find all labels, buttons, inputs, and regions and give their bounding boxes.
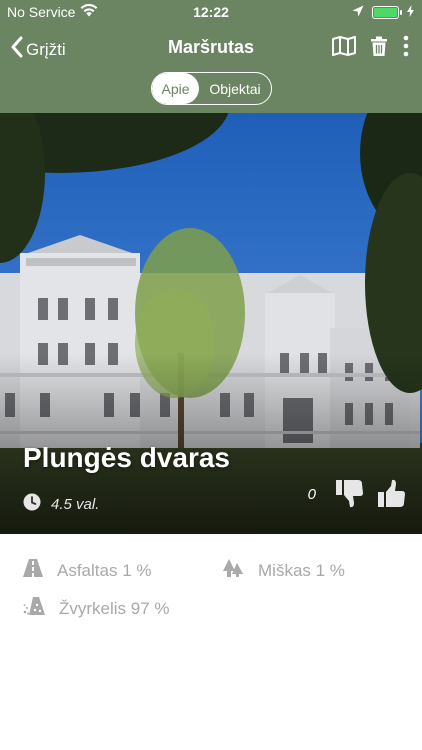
- surface-label: Miškas 1 %: [258, 560, 345, 580]
- hero-image: Plungės dvaras 4.5 val. 0: [0, 113, 422, 534]
- place-title: Plungės dvaras: [23, 442, 230, 473]
- tab-apie[interactable]: Apie: [152, 73, 199, 104]
- charging-bolt-icon: [407, 4, 414, 20]
- surface-breakdown: Asfaltas 1 % Miškas 1 % Žvyrkelis 97 %: [0, 534, 422, 750]
- map-icon[interactable]: [332, 36, 356, 56]
- thumbs-up-icon[interactable]: [378, 479, 406, 509]
- navbar: Grįžti Maršrutas: [0, 30, 422, 66]
- tab-objektai[interactable]: Objektai: [199, 73, 271, 104]
- header: No Service 12:22 Grįžti Maršrutas Apie O…: [0, 0, 422, 113]
- status-bar: No Service 12:22: [0, 0, 422, 24]
- chevron-left-icon: [10, 36, 24, 63]
- status-right: [352, 4, 414, 20]
- trash-icon[interactable]: [370, 36, 388, 57]
- battery-icon: [372, 5, 402, 19]
- rating-row: 0: [308, 479, 406, 509]
- road-icon: [23, 559, 43, 582]
- back-label: Grįžti: [26, 39, 66, 59]
- thumbs-down-icon[interactable]: [336, 479, 364, 509]
- nav-actions: [332, 35, 410, 57]
- surface-item: Žvyrkelis 97 %: [23, 597, 170, 620]
- more-vertical-icon[interactable]: [402, 35, 410, 57]
- duration-value: 4.5 val.: [51, 495, 100, 513]
- like-count: 0: [307, 485, 316, 503]
- surface-item: Miškas 1 %: [222, 559, 345, 582]
- forest-icon: [222, 559, 244, 582]
- duration-row: 4.5 val.: [23, 493, 99, 515]
- clock-icon: [23, 493, 41, 515]
- surface-label: Asfaltas 1 %: [57, 560, 152, 580]
- location-arrow-icon: [352, 4, 364, 20]
- back-button[interactable]: Grįžti: [10, 36, 66, 63]
- surface-item: Asfaltas 1 %: [23, 559, 152, 582]
- segmented-control: Apie Objektai: [151, 72, 272, 105]
- gravel-icon: [23, 597, 45, 620]
- surface-label: Žvyrkelis 97 %: [59, 598, 170, 618]
